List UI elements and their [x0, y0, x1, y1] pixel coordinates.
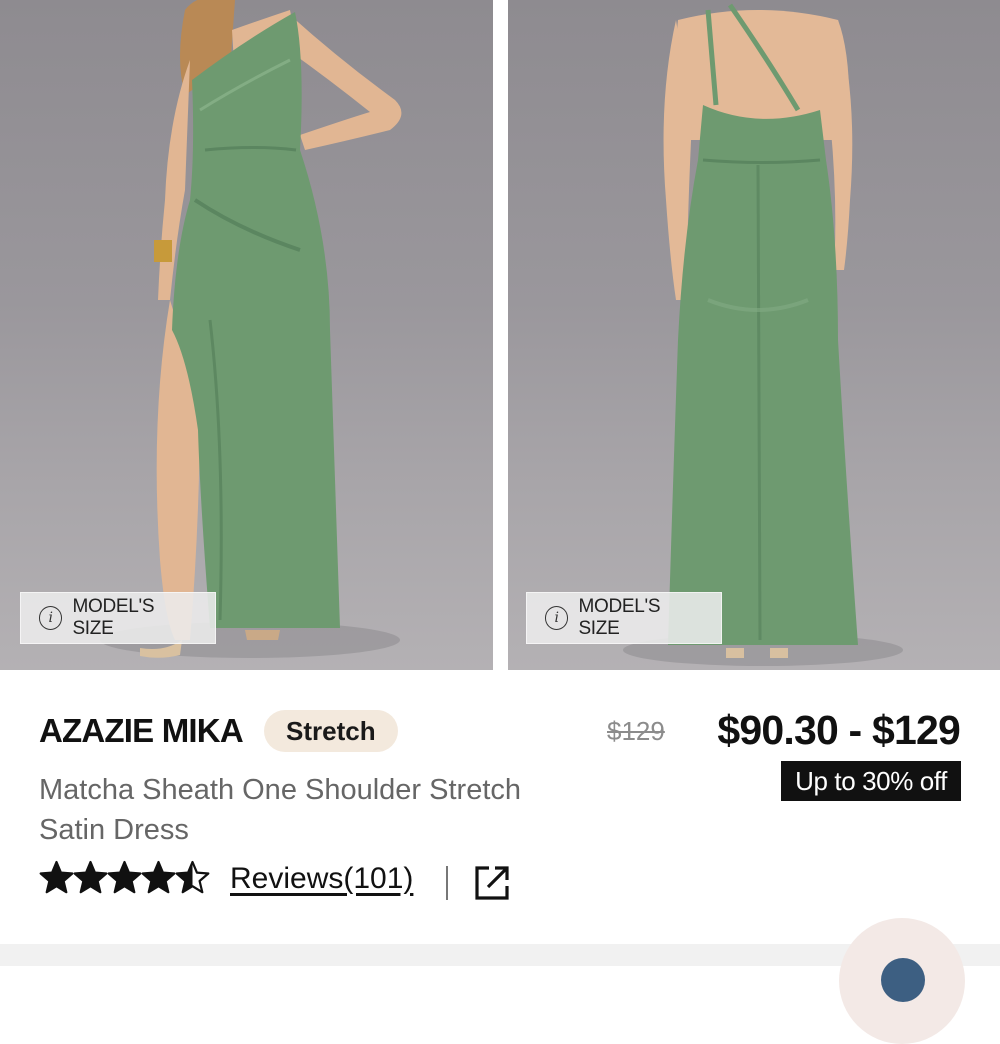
model-front-illustration	[100, 0, 402, 658]
model-size-label: MODEL'S SIZE	[72, 596, 155, 639]
model-size-button[interactable]: i MODEL'S SIZE	[526, 592, 722, 644]
star-rating[interactable]	[39, 860, 210, 895]
brand-name: AZAZIE MIKA	[39, 712, 244, 749]
reviews-link[interactable]: Reviews(101)	[230, 862, 413, 896]
star-icon	[141, 860, 176, 894]
model-back-illustration	[623, 3, 903, 666]
original-price: $129	[607, 716, 665, 746]
chat-button[interactable]	[839, 918, 965, 1044]
product-title: Matcha Sheath One Shoulder Stretch Satin…	[39, 774, 522, 846]
star-icon	[107, 860, 142, 894]
sale-price-range: $90.30 - $129	[717, 707, 960, 753]
chat-icon	[881, 958, 925, 1002]
stretch-badge: Stretch	[264, 710, 398, 752]
star-icon	[175, 860, 210, 894]
star-icon	[39, 860, 74, 894]
divider	[446, 866, 448, 900]
info-icon: i	[39, 606, 63, 630]
product-image-back[interactable]: i MODEL'S SIZE	[508, 0, 1000, 670]
share-external-icon[interactable]	[473, 864, 511, 902]
model-size-label: MODEL'S SIZE	[578, 596, 661, 639]
info-icon: i	[545, 606, 569, 630]
star-icon	[73, 860, 108, 894]
product-image-front[interactable]: i MODEL'S SIZE	[0, 0, 493, 670]
discount-badge: Up to 30% off	[781, 761, 961, 801]
model-size-button[interactable]: i MODEL'S SIZE	[20, 592, 216, 644]
